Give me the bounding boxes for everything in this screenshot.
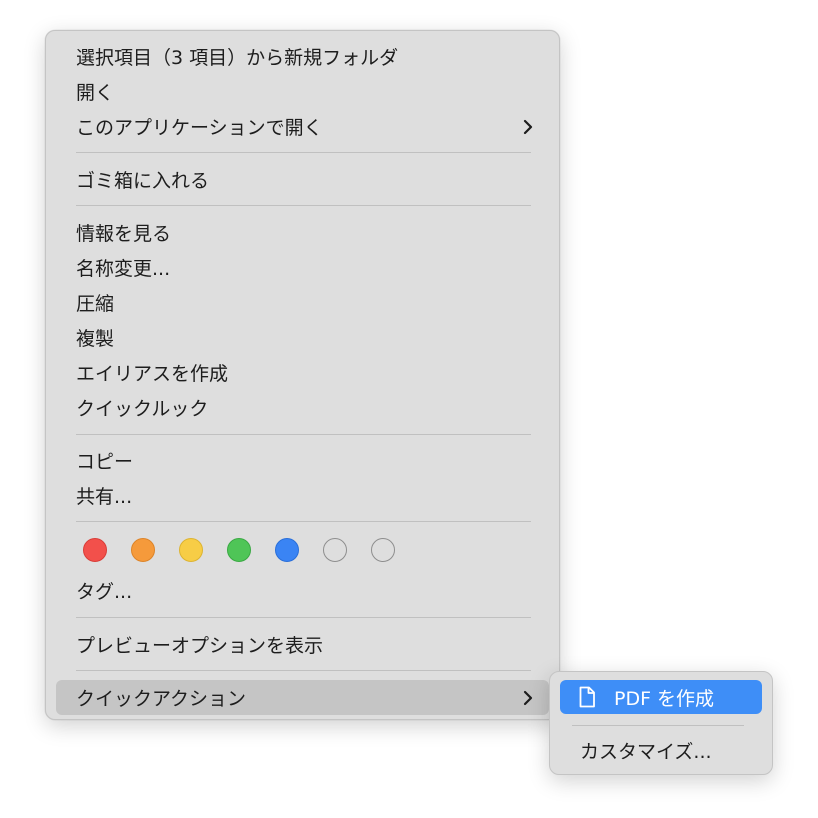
menu-item-label: 選択項目（3 項目）から新規フォルダ xyxy=(76,47,399,69)
menu-item-label: 圧縮 xyxy=(76,293,115,315)
menu-item-label: コピー xyxy=(76,451,134,473)
menu-item-get-info[interactable]: 情報を見る xyxy=(56,215,549,250)
menu-item-label: ゴミ箱に入れる xyxy=(76,170,210,192)
submenu-item-label: カスタマイズ... xyxy=(580,740,712,763)
tag-yellow-dot[interactable] xyxy=(179,538,203,562)
quick-actions-submenu: PDF を作成 カスタマイズ... xyxy=(549,671,773,775)
chevron-right-icon xyxy=(523,119,533,134)
menu-item-tags[interactable]: タグ... xyxy=(56,573,549,608)
menu-separator xyxy=(572,725,744,726)
menu-item-label: エイリアスを作成 xyxy=(76,363,229,385)
document-icon xyxy=(579,686,595,708)
menu-item-label: 共有... xyxy=(76,486,133,508)
menu-separator xyxy=(76,152,531,153)
menu-item-label: プレビューオプションを表示 xyxy=(76,635,324,657)
menu-item-label: 開く xyxy=(76,82,115,104)
submenu-item-create-pdf[interactable]: PDF を作成 xyxy=(560,680,762,714)
screen: 選択項目（3 項目）から新規フォルダ 開く このアプリケーションで開く ゴミ箱に… xyxy=(0,0,818,818)
menu-item-label: 名称変更... xyxy=(76,258,171,280)
menu-item-make-alias[interactable]: エイリアスを作成 xyxy=(56,355,549,390)
tag-gray-dot[interactable] xyxy=(371,538,395,562)
context-menu: 選択項目（3 項目）から新規フォルダ 開く このアプリケーションで開く ゴミ箱に… xyxy=(45,30,560,720)
menu-item-label: タグ... xyxy=(76,581,133,603)
menu-item-quick-look[interactable]: クイックルック xyxy=(56,390,549,425)
menu-item-label: このアプリケーションで開く xyxy=(76,117,323,139)
menu-separator xyxy=(76,205,531,206)
submenu-item-label: PDF を作成 xyxy=(614,687,715,710)
menu-item-rename[interactable]: 名称変更... xyxy=(56,250,549,285)
menu-item-quick-actions[interactable]: クイックアクション xyxy=(56,680,549,715)
menu-separator xyxy=(76,521,531,522)
tag-red-dot[interactable] xyxy=(83,538,107,562)
menu-item-open[interactable]: 開く xyxy=(56,74,549,109)
submenu-item-customize[interactable]: カスタマイズ... xyxy=(560,733,762,767)
menu-item-compress[interactable]: 圧縮 xyxy=(56,285,549,320)
menu-item-new-folder-from-selection[interactable]: 選択項目（3 項目）から新規フォルダ xyxy=(56,39,549,74)
menu-item-open-with[interactable]: このアプリケーションで開く xyxy=(56,109,549,144)
menu-item-label: クイックルック xyxy=(76,398,209,420)
menu-item-label: 複製 xyxy=(76,328,115,350)
tag-orange-dot[interactable] xyxy=(131,538,155,562)
tag-blue-dot[interactable] xyxy=(275,538,299,562)
menu-item-move-to-trash[interactable]: ゴミ箱に入れる xyxy=(56,162,549,197)
menu-separator xyxy=(76,434,531,435)
menu-item-label: クイックアクション xyxy=(76,688,247,710)
tag-gray-dot[interactable] xyxy=(323,538,347,562)
menu-separator xyxy=(76,617,531,618)
menu-item-duplicate[interactable]: 複製 xyxy=(56,320,549,355)
menu-item-show-preview-options[interactable]: プレビューオプションを表示 xyxy=(56,627,549,662)
menu-separator xyxy=(76,670,531,671)
menu-item-copy[interactable]: コピー xyxy=(56,443,549,478)
menu-item-label: 情報を見る xyxy=(76,223,172,245)
chevron-right-icon xyxy=(523,690,533,705)
tag-color-row xyxy=(83,535,419,565)
menu-item-share[interactable]: 共有... xyxy=(56,478,549,513)
tag-green-dot[interactable] xyxy=(227,538,251,562)
